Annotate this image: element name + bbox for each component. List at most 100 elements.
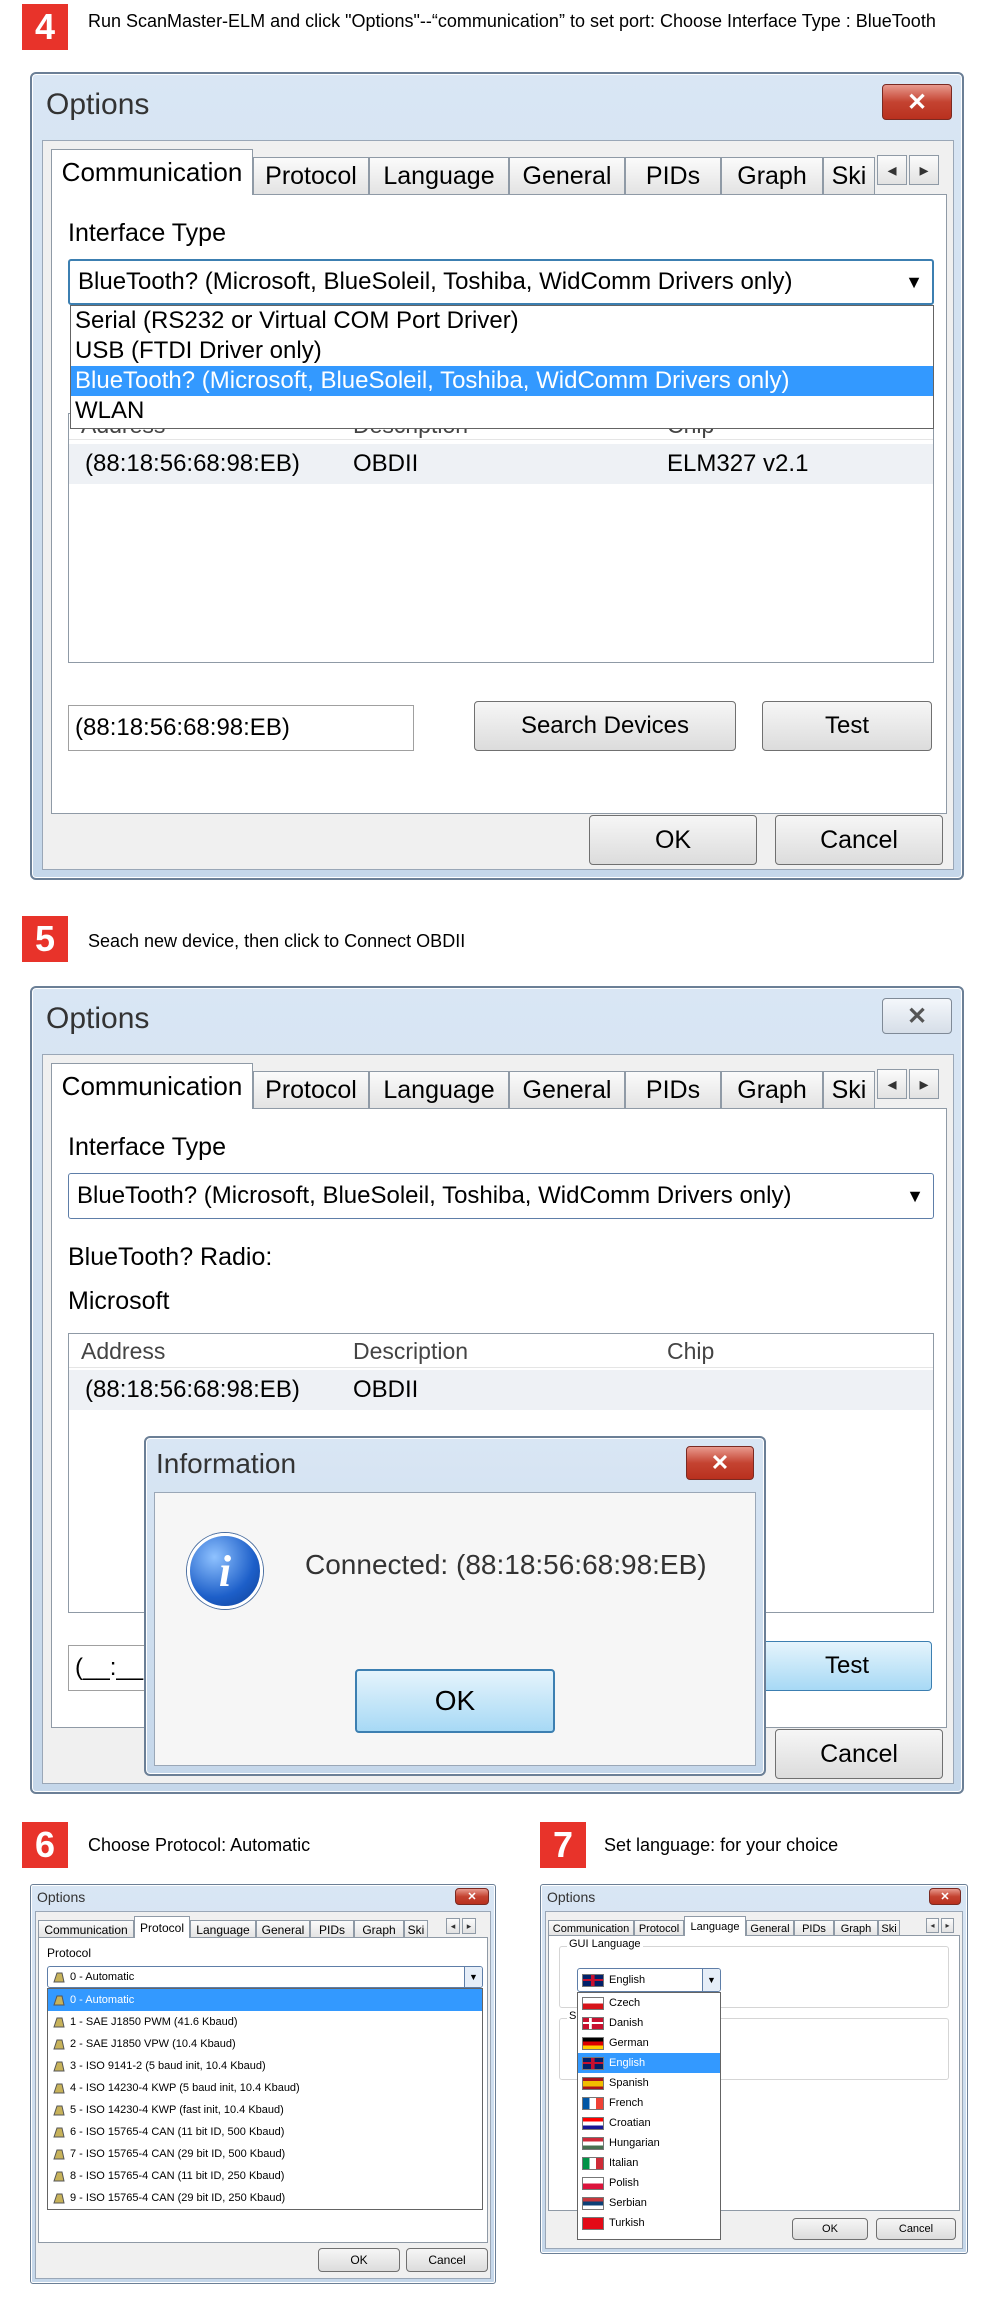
chevron-down-icon[interactable]: ▼ <box>464 1967 482 1987</box>
flag-icon <box>582 2196 604 2210</box>
tab-pids[interactable]: PIDs <box>310 1920 354 1938</box>
language-option[interactable]: Serbian <box>578 2193 720 2213</box>
ok-button[interactable]: OK <box>792 2218 868 2240</box>
protocol-option[interactable]: 9 - ISO 15765-4 CAN (29 bit ID, 250 Kbau… <box>48 2187 482 2209</box>
protocol-option[interactable]: 2 - SAE J1850 VPW (10.4 Kbaud) <box>48 2033 482 2055</box>
protocol-option-label: 9 - ISO 15765-4 CAN (29 bit ID, 250 Kbau… <box>70 2192 286 2204</box>
protocol-option[interactable]: 8 - ISO 15765-4 CAN (11 bit ID, 250 Kbau… <box>48 2165 482 2187</box>
close-icon[interactable]: ✕ <box>882 84 952 120</box>
tab-pids[interactable]: PIDs <box>625 1071 721 1109</box>
interface-option-wlan[interactable]: WLAN <box>71 396 933 426</box>
tab-language[interactable]: Language <box>369 157 509 195</box>
column-description[interactable]: Description <box>353 1338 468 1365</box>
language-option[interactable]: Polish <box>578 2173 720 2193</box>
row-description: OBDII <box>353 1376 419 1403</box>
protocol-option[interactable]: 1 - SAE J1850 PWM (41.6 Kbaud) <box>48 2011 482 2033</box>
tab-scroll-left-icon[interactable]: ◂ <box>926 1918 939 1933</box>
language-option[interactable]: Italian <box>578 2153 720 2173</box>
chevron-down-icon[interactable]: ▼ <box>897 1174 933 1218</box>
table-row[interactable]: (88:18:56:68:98:EB) OBDII <box>69 1370 933 1410</box>
close-icon[interactable]: ✕ <box>929 1888 961 1905</box>
close-icon[interactable]: ✕ <box>686 1446 754 1480</box>
tab-general[interactable]: General <box>509 157 625 195</box>
tab-skins[interactable]: Ski <box>823 157 875 195</box>
tab-protocol[interactable]: Protocol <box>134 1916 190 1938</box>
ok-button[interactable]: OK <box>589 815 757 865</box>
tab-scroll-left-icon[interactable]: ◂ <box>446 1918 460 1934</box>
tab-communication[interactable]: Communication <box>38 1920 134 1938</box>
cancel-button[interactable]: Cancel <box>775 815 943 865</box>
car-icon <box>53 2193 65 2204</box>
chevron-down-icon[interactable]: ▼ <box>896 261 932 303</box>
language-option[interactable]: Czech <box>578 1993 720 2013</box>
car-icon <box>53 1972 65 1983</box>
language-option[interactable]: German <box>578 2033 720 2053</box>
tab-pids[interactable]: PIDs <box>794 1920 834 1936</box>
protocol-option[interactable]: 6 - ISO 15765-4 CAN (11 bit ID, 500 Kbau… <box>48 2121 482 2143</box>
language-option[interactable]: Danish <box>578 2013 720 2033</box>
language-option[interactable]: Croatian <box>578 2113 720 2133</box>
close-icon[interactable]: ✕ <box>882 998 952 1034</box>
tab-protocol[interactable]: Protocol <box>253 157 369 195</box>
protocol-option[interactable]: 0 - Automatic <box>48 1989 482 2011</box>
cancel-button[interactable]: Cancel <box>876 2218 956 2240</box>
tab-graph[interactable]: Graph <box>721 1071 823 1109</box>
tab-scroll-left-icon[interactable]: ◂ <box>877 155 907 185</box>
close-icon[interactable]: ✕ <box>455 1888 489 1905</box>
tab-language[interactable]: Language <box>190 1920 256 1938</box>
tab-general[interactable]: General <box>509 1071 625 1109</box>
language-option[interactable]: French <box>578 2093 720 2113</box>
dialog-ok-button[interactable]: OK <box>355 1669 555 1733</box>
tab-skins[interactable]: Ski <box>878 1920 900 1936</box>
chevron-down-icon[interactable]: ▼ <box>702 1969 720 1991</box>
language-option[interactable]: English <box>578 2053 720 2073</box>
table-row[interactable]: (88:18:56:68:98:EB) OBDII ELM327 v2.1 <box>69 444 933 484</box>
tab-scroll-right-icon[interactable]: ▸ <box>941 1918 954 1933</box>
protocol-option[interactable]: 5 - ISO 14230-4 KWP (fast init, 10.4 Kba… <box>48 2099 482 2121</box>
cancel-button[interactable]: Cancel <box>775 1729 943 1779</box>
tab-communication[interactable]: Communication <box>548 1920 634 1936</box>
tab-general[interactable]: General <box>256 1920 310 1938</box>
tab-skins[interactable]: Ski <box>823 1071 875 1109</box>
tab-scroll-left-icon[interactable]: ◂ <box>877 1069 907 1099</box>
tab-graph[interactable]: Graph <box>354 1920 404 1938</box>
column-address[interactable]: Address <box>81 1338 165 1365</box>
cancel-button[interactable]: Cancel <box>406 2248 488 2272</box>
test-button[interactable]: Test <box>762 701 932 751</box>
test-button[interactable]: Test <box>762 1641 932 1691</box>
protocol-option[interactable]: 7 - ISO 15765-4 CAN (29 bit ID, 500 Kbau… <box>48 2143 482 2165</box>
protocol-label: Protocol <box>47 1946 92 1960</box>
search-devices-button[interactable]: Search Devices <box>474 701 736 751</box>
address-field[interactable]: (88:18:56:68:98:EB) <box>68 705 414 751</box>
language-option[interactable]: Turkish <box>578 2213 720 2233</box>
tab-scroll-right-icon[interactable]: ▸ <box>462 1918 476 1934</box>
protocol-option[interactable]: 4 - ISO 14230-4 KWP (5 baud init, 10.4 K… <box>48 2077 482 2099</box>
interface-option-usb[interactable]: USB (FTDI Driver only) <box>71 336 933 366</box>
interface-type-select[interactable]: BlueTooth? (Microsoft, BlueSoleil, Toshi… <box>68 1173 934 1219</box>
interface-type-select[interactable]: BlueTooth? (Microsoft, BlueSoleil, Toshi… <box>68 259 934 305</box>
language-select[interactable]: English ▼ <box>577 1968 721 1992</box>
flag-icon <box>582 2136 604 2150</box>
tab-pids[interactable]: PIDs <box>625 157 721 195</box>
ok-button[interactable]: OK <box>318 2248 400 2272</box>
interface-option-serial[interactable]: Serial (RS232 or Virtual COM Port Driver… <box>71 306 933 336</box>
protocol-option-label: 4 - ISO 14230-4 KWP (5 baud init, 10.4 K… <box>70 2082 300 2094</box>
tab-graph[interactable]: Graph <box>834 1920 878 1936</box>
language-option[interactable]: Hungarian <box>578 2133 720 2153</box>
protocol-option[interactable]: 3 - ISO 9141-2 (5 baud init, 10.4 Kbaud) <box>48 2055 482 2077</box>
tab-communication[interactable]: Communication <box>51 149 253 195</box>
tab-scroll-right-icon[interactable]: ▸ <box>909 155 939 185</box>
tab-skins[interactable]: Ski <box>404 1920 428 1938</box>
tab-general[interactable]: General <box>746 1920 794 1936</box>
protocol-select[interactable]: 0 - Automatic ▼ <box>47 1966 483 1988</box>
column-chip[interactable]: Chip <box>667 1338 714 1365</box>
language-option[interactable]: Spanish <box>578 2073 720 2093</box>
tab-protocol[interactable]: Protocol <box>253 1071 369 1109</box>
tab-language[interactable]: Language <box>684 1916 746 1936</box>
tab-language[interactable]: Language <box>369 1071 509 1109</box>
tab-graph[interactable]: Graph <box>721 157 823 195</box>
tab-scroll-right-icon[interactable]: ▸ <box>909 1069 939 1099</box>
tab-communication[interactable]: Communication <box>51 1063 253 1109</box>
tab-protocol[interactable]: Protocol <box>634 1920 684 1936</box>
interface-option-bluetooth[interactable]: BlueTooth? (Microsoft, BlueSoleil, Toshi… <box>71 366 933 396</box>
